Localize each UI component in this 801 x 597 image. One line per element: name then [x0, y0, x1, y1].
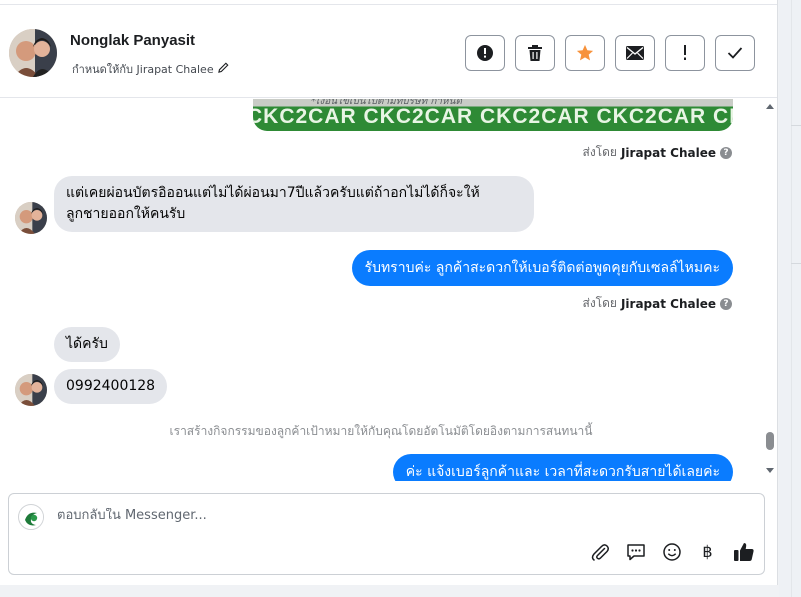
composer-tools: ฿ [588, 540, 755, 563]
mark-done-button[interactable] [715, 35, 755, 71]
delete-button[interactable] [515, 35, 555, 71]
assignee-control[interactable]: กำหนดให้กับ Jirapat Chalee [72, 60, 229, 78]
envelope-icon [626, 46, 644, 60]
message-bubble-outgoing[interactable]: ค่ะ แจ้งเบอร์ลูกค้าและ เวลาที่สะดวกรับสา… [392, 454, 733, 481]
image-attachment[interactable]: *เงื่อนไขเป็นไปตามที่บริษัท กำหนด CKC2CA… [253, 99, 733, 131]
help-icon[interactable]: ? [720, 146, 732, 159]
message-thread[interactable]: *เงื่อนไขเป็นไปตามที่บริษัท กำหนด CKC2CA… [0, 99, 762, 481]
banner-text: CKC2CAR CKC2CAR CKC2CAR CKC2CAR CKC2CAR … [253, 105, 733, 128]
scroll-down-arrow-icon[interactable] [766, 468, 774, 473]
contact-avatar-small[interactable] [15, 202, 47, 234]
system-note: เราสร้างกิจกรรมของลูกค้าเป้าหมายให้กับคุ… [169, 424, 593, 438]
mark-spam-button[interactable] [465, 35, 505, 71]
emoji-icon[interactable] [660, 540, 683, 563]
exclamation-icon [682, 45, 688, 61]
message-bubble-incoming[interactable]: ได้ครับ [54, 327, 120, 362]
help-icon[interactable]: ? [720, 297, 732, 310]
star-icon [576, 44, 594, 62]
side-panel-edge [779, 0, 801, 597]
paperclip-icon[interactable] [588, 540, 611, 563]
sent-by-label: ส่งโดย [582, 145, 617, 159]
reply-composer: ฿ [8, 493, 765, 575]
agent-name: Jirapat Chalee [620, 145, 716, 160]
pencil-icon[interactable] [217, 62, 229, 76]
scroll-thumb[interactable] [766, 432, 774, 450]
agent-name: Jirapat Chalee [620, 296, 716, 311]
contact-avatar-small[interactable] [15, 374, 47, 406]
conversation-header: Nonglak Panyasit กำหนดให้กับ Jirapat Cha… [0, 4, 777, 98]
sent-by-label: ส่งโดย [582, 296, 617, 310]
page-logo-icon [18, 504, 44, 530]
scroll-up-arrow-icon[interactable] [766, 104, 774, 109]
check-icon [727, 46, 743, 60]
follow-up-button[interactable] [665, 35, 705, 71]
mark-unread-button[interactable] [615, 35, 655, 71]
conversation-actions [465, 35, 755, 71]
alert-circle-icon [476, 44, 494, 62]
star-button[interactable] [565, 35, 605, 71]
trash-icon [527, 44, 543, 62]
thumbs-up-icon[interactable] [732, 540, 755, 563]
saved-reply-icon[interactable] [624, 540, 647, 563]
message-bubble-incoming[interactable]: แต่เคยผ่อนบัตรอิออนแต่ไม่ได้ผ่อนมา7ปีแล้… [54, 176, 534, 232]
baht-icon[interactable]: ฿ [696, 540, 719, 563]
baht-symbol: ฿ [702, 542, 713, 561]
contact-avatar[interactable] [9, 29, 57, 77]
sent-by-meta: ส่งโดย Jirapat Chalee ? [582, 294, 732, 313]
reply-input[interactable] [57, 508, 657, 523]
assignee-label: กำหนดให้กับ Jirapat Chalee [72, 63, 214, 76]
contact-name: Nonglak Panyasit [70, 32, 196, 49]
message-bubble-outgoing[interactable]: รับทราบค่ะ ลูกค้าสะดวกให้เบอร์ติดต่อพูดค… [351, 250, 733, 286]
message-bubble-incoming[interactable]: 0992400128 [54, 369, 168, 404]
sent-by-meta: ส่งโดย Jirapat Chalee ? [582, 143, 732, 162]
thread-scrollbar[interactable] [763, 99, 777, 481]
